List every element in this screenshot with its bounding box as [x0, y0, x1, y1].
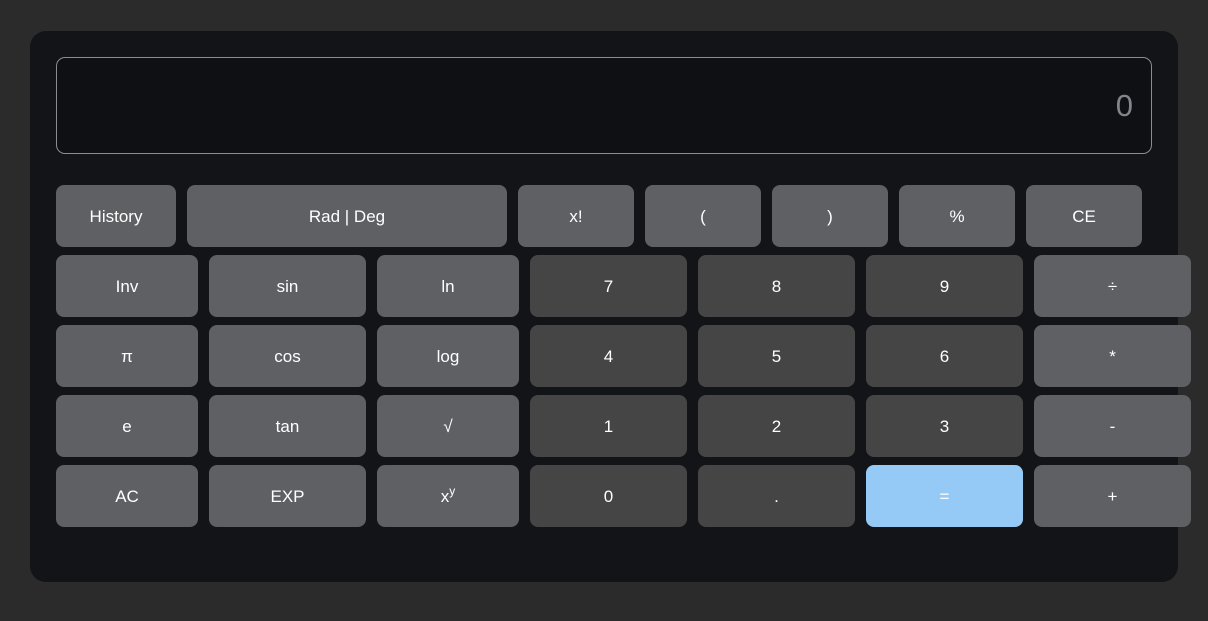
clear-entry-button[interactable]: CE — [1026, 185, 1142, 247]
keypad-row-456: π cos log 4 5 6 * — [56, 325, 1191, 387]
keypad-row-789: Inv sin ln 7 8 9 ÷ — [56, 255, 1191, 317]
multiply-button[interactable]: * — [1034, 325, 1191, 387]
close-paren-button[interactable]: ) — [772, 185, 888, 247]
calculator-panel: 0 History Rad | Deg x! ( ) % CE Inv sin … — [30, 31, 1191, 582]
keypad-row-functions-top: History Rad | Deg x! ( ) % CE — [56, 185, 1152, 247]
log-button[interactable]: log — [377, 325, 519, 387]
keypad-row-123: e tan √ 1 2 3 - — [56, 395, 1191, 457]
square-root-button[interactable]: √ — [377, 395, 519, 457]
equals-button[interactable]: = — [866, 465, 1023, 527]
pi-button[interactable]: π — [56, 325, 198, 387]
tan-button[interactable]: tan — [209, 395, 366, 457]
decimal-button[interactable]: . — [698, 465, 855, 527]
open-paren-button[interactable]: ( — [645, 185, 761, 247]
rad-deg-button[interactable]: Rad | Deg — [187, 185, 507, 247]
exponent-button[interactable]: EXP — [209, 465, 366, 527]
calculator-display[interactable]: 0 — [56, 57, 1152, 154]
digit-8-button[interactable]: 8 — [698, 255, 855, 317]
keypad-row-bottom: AC EXP xy 0 . = + — [56, 465, 1191, 527]
display-value: 0 — [1115, 88, 1133, 123]
digit-1-button[interactable]: 1 — [530, 395, 687, 457]
cos-button[interactable]: cos — [209, 325, 366, 387]
divide-button[interactable]: ÷ — [1034, 255, 1191, 317]
history-button[interactable]: History — [56, 185, 176, 247]
euler-button[interactable]: e — [56, 395, 198, 457]
inverse-button[interactable]: Inv — [56, 255, 198, 317]
digit-6-button[interactable]: 6 — [866, 325, 1023, 387]
digit-3-button[interactable]: 3 — [866, 395, 1023, 457]
ln-button[interactable]: ln — [377, 255, 519, 317]
power-exponent: y — [449, 484, 456, 498]
power-button[interactable]: xy — [377, 465, 519, 527]
digit-0-button[interactable]: 0 — [530, 465, 687, 527]
factorial-button[interactable]: x! — [518, 185, 634, 247]
calculator-keypad: History Rad | Deg x! ( ) % CE Inv sin ln… — [56, 185, 1191, 527]
subtract-button[interactable]: - — [1034, 395, 1191, 457]
power-base: x — [440, 486, 450, 506]
digit-4-button[interactable]: 4 — [530, 325, 687, 387]
percent-button[interactable]: % — [899, 185, 1015, 247]
digit-5-button[interactable]: 5 — [698, 325, 855, 387]
add-button[interactable]: + — [1034, 465, 1191, 527]
sin-button[interactable]: sin — [209, 255, 366, 317]
digit-9-button[interactable]: 9 — [866, 255, 1023, 317]
digit-2-button[interactable]: 2 — [698, 395, 855, 457]
digit-7-button[interactable]: 7 — [530, 255, 687, 317]
all-clear-button[interactable]: AC — [56, 465, 198, 527]
